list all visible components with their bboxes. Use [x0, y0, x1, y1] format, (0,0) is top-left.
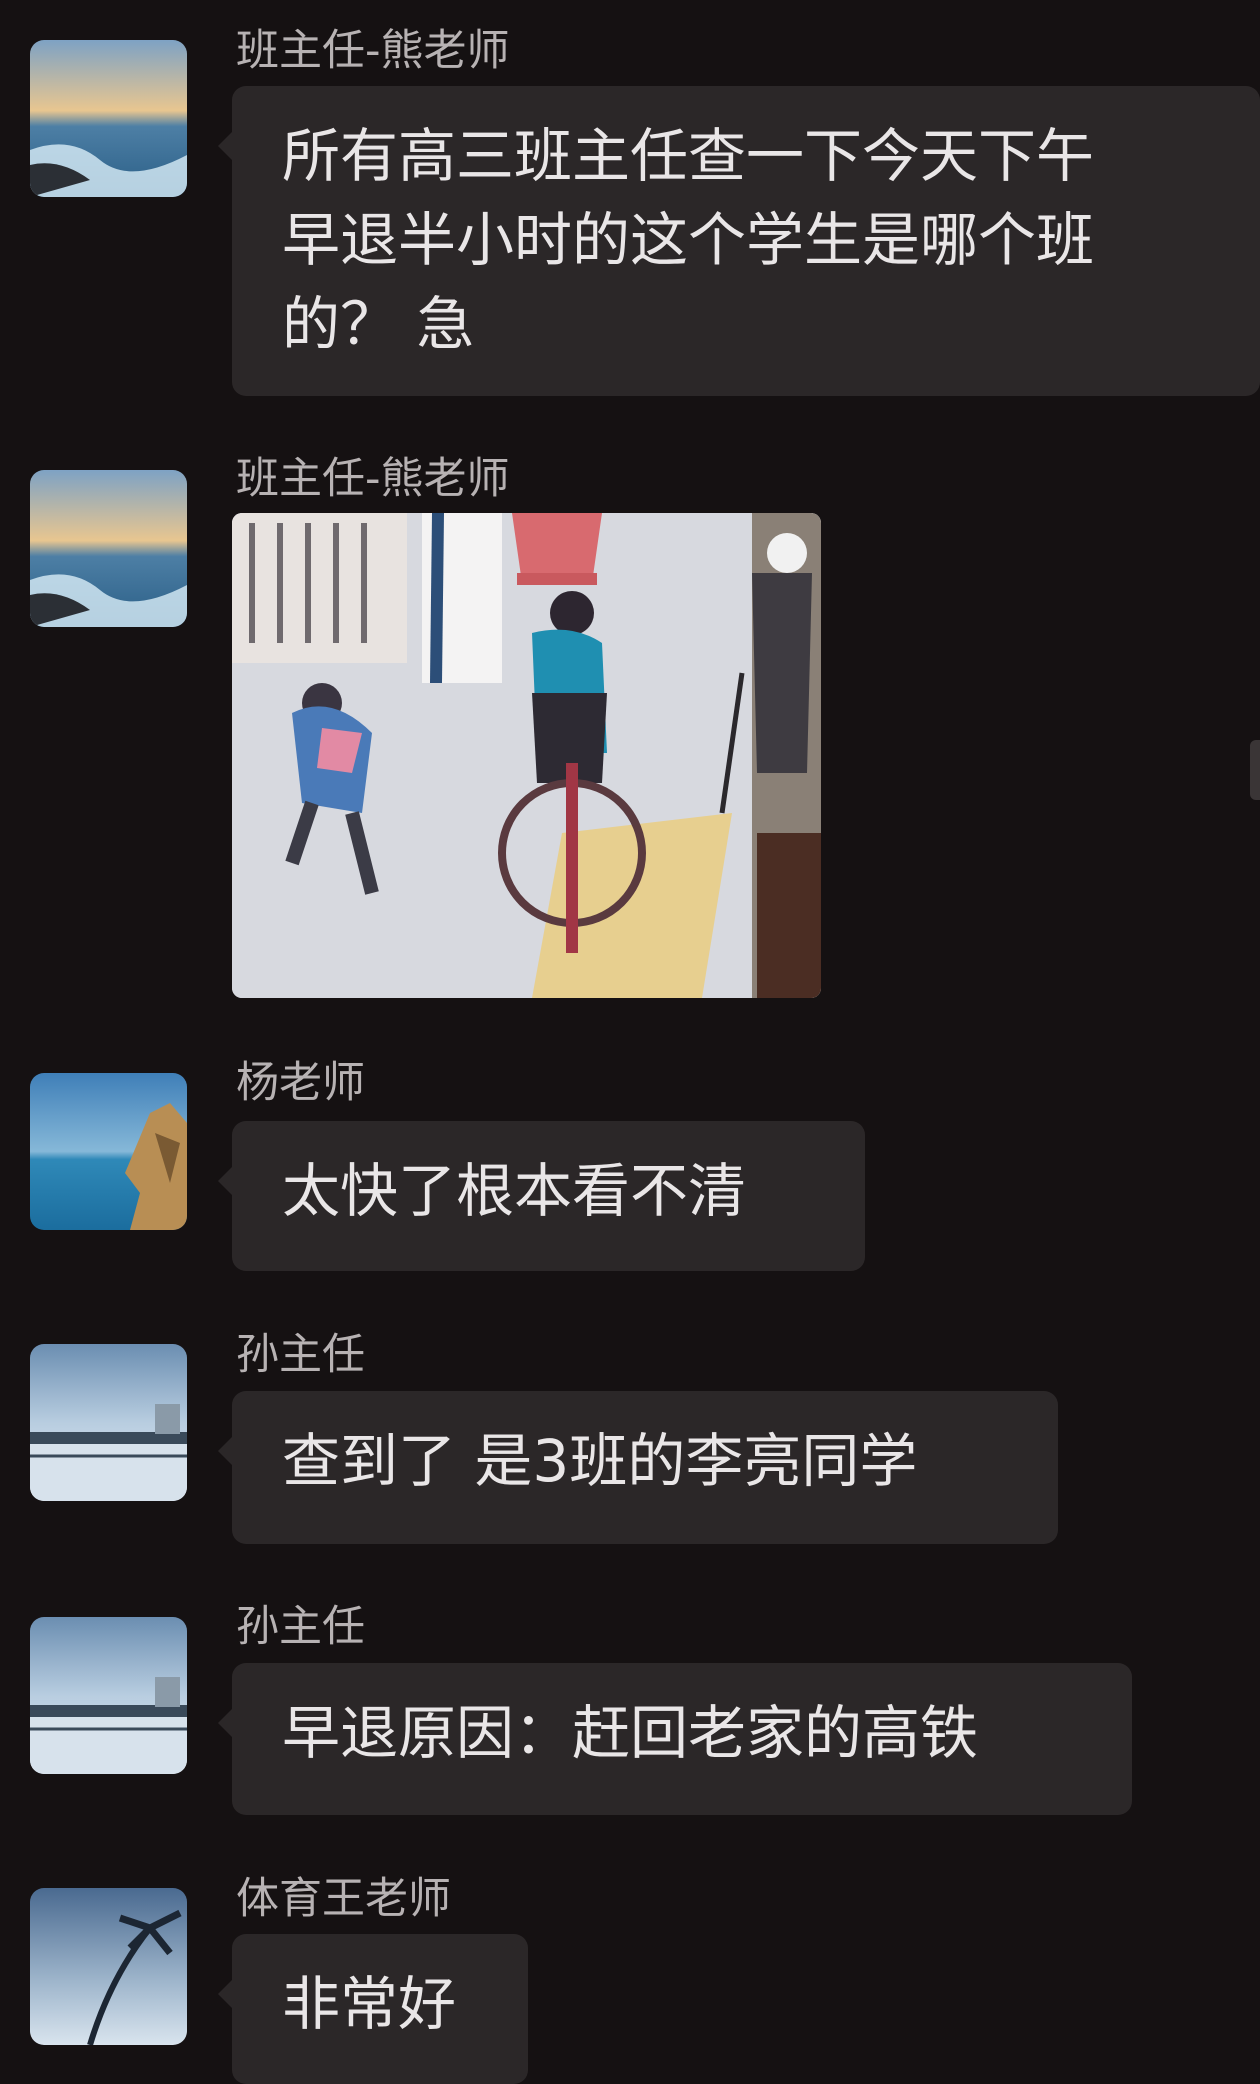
message-bubble[interactable]: 查到了 是3班的李亮同学: [218, 1391, 1058, 1544]
message-text-line: 非常好: [282, 1970, 457, 2038]
lake-skyline-avatar-icon: [30, 1344, 187, 1501]
sender-name: 孙主任: [236, 1602, 365, 1652]
sender-avatar[interactable]: [30, 1344, 187, 1501]
sender-name: 体育王老师: [236, 1874, 451, 1924]
palm-beach-avatar-icon: [30, 1888, 187, 2045]
sender-avatar[interactable]: [30, 40, 187, 197]
message-text-line: 查到了 是3班的李亮同学: [282, 1427, 918, 1495]
sender-avatar[interactable]: [30, 470, 187, 627]
sender-avatar[interactable]: [30, 1888, 187, 2045]
message-image[interactable]: [232, 513, 821, 998]
sender-name: 班主任-熊老师: [236, 26, 510, 76]
message-bubble[interactable]: 早退原因：赶回老家的高铁: [218, 1663, 1132, 1815]
sea-sunset-avatar-icon: [30, 470, 187, 627]
message-text-line: 的？ 急: [282, 290, 475, 358]
sender-name: 班主任-熊老师: [236, 454, 510, 504]
message-bubble[interactable]: 非常好: [218, 1934, 528, 2084]
sender-avatar[interactable]: [30, 1073, 187, 1230]
message-text-line: 太快了根本看不清: [282, 1157, 747, 1225]
scroll-edge-indicator[interactable]: [1250, 740, 1260, 800]
message-bubble[interactable]: 所有高三班主任查一下今天下午 早退半小时的这个学生是哪个班 的？ 急: [218, 86, 1260, 396]
cctv-snapshot-image-icon: [232, 513, 821, 998]
coast-rock-avatar-icon: [30, 1073, 187, 1230]
message-bubble[interactable]: 太快了根本看不清: [218, 1121, 865, 1271]
message-text-line: 早退半小时的这个学生是哪个班: [282, 206, 1095, 274]
message-text-line: 所有高三班主任查一下今天下午: [282, 122, 1095, 190]
sender-name: 孙主任: [236, 1330, 365, 1380]
chat-message-list[interactable]: 班主任-熊老师 所有高三班主任查一下今天下午 早退半小时的这个学生是哪个班 的？…: [0, 0, 1260, 2084]
sea-sunset-avatar-icon: [30, 40, 187, 197]
sender-name: 杨老师: [236, 1058, 365, 1108]
message-text-line: 早退原因：赶回老家的高铁: [282, 1699, 979, 1767]
sender-avatar[interactable]: [30, 1617, 187, 1774]
lake-skyline-avatar-icon: [30, 1617, 187, 1774]
